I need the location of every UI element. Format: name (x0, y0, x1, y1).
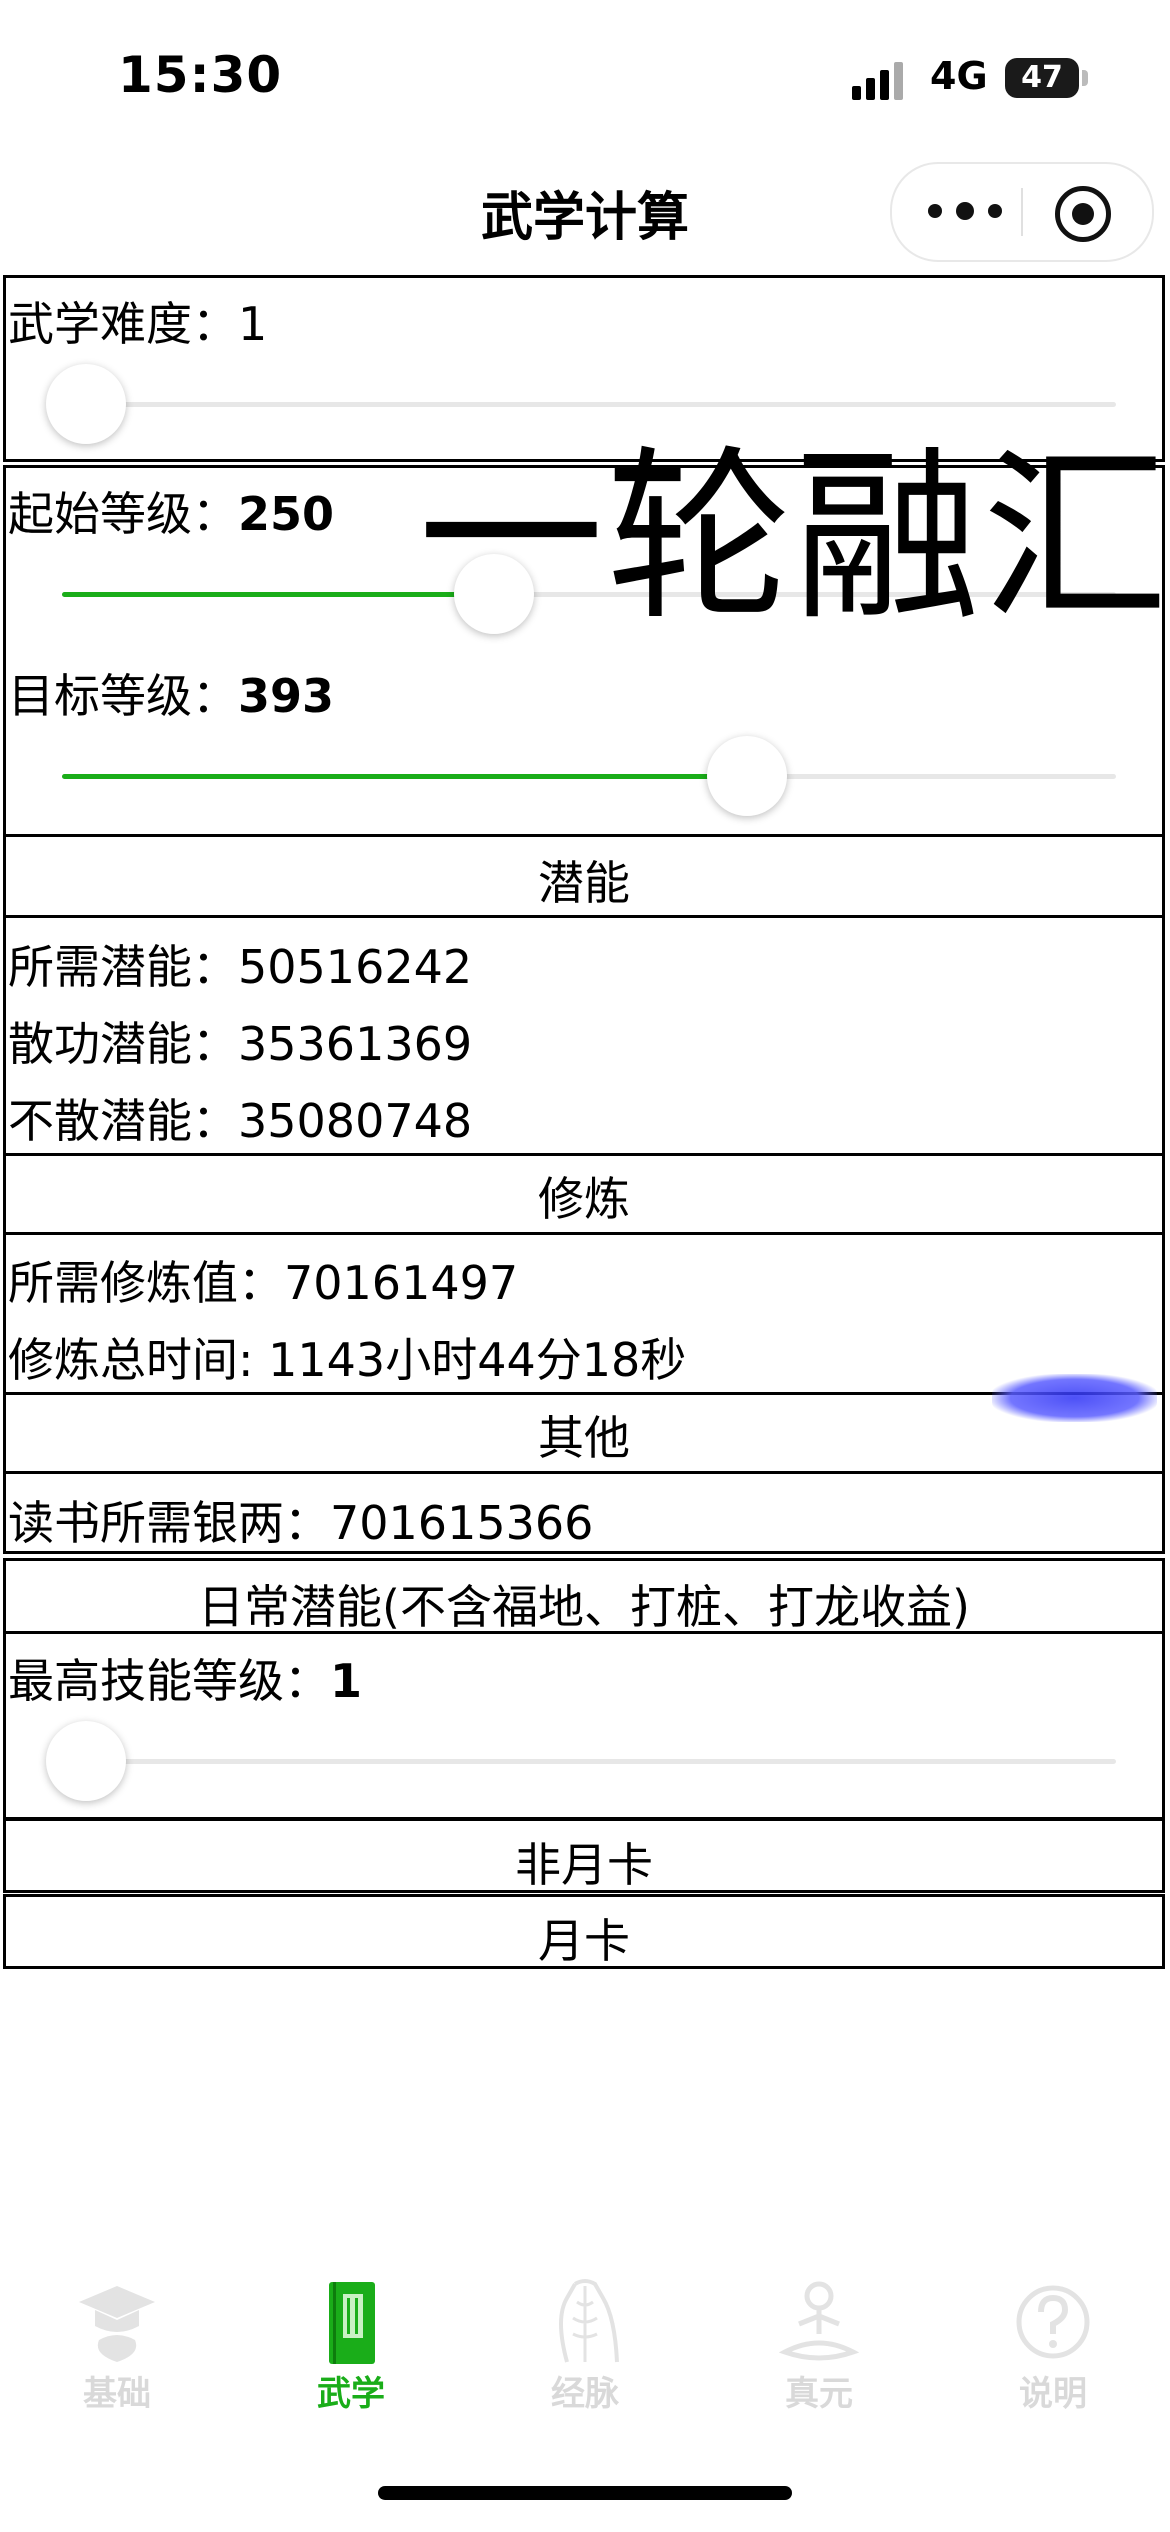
difficulty-value: 1 (238, 297, 268, 351)
book-icon (329, 2282, 375, 2364)
home-indicator (378, 2486, 792, 2500)
needed-training-value: 70161497 (284, 1256, 519, 1310)
tab-help[interactable]: 说明 (936, 2250, 1170, 2430)
target-level-value: 393 (238, 669, 335, 723)
slider-thumb[interactable] (46, 364, 126, 444)
slider-track (62, 1759, 1116, 1764)
max-skill-level-value: 1 (330, 1654, 363, 1708)
redaction-scribble (992, 1374, 1157, 1422)
training-header: 修炼 (538, 1172, 630, 1226)
tab-martial-arts[interactable]: 武学 (234, 2250, 468, 2430)
start-level-value: 250 (238, 487, 335, 541)
difficulty-label: 武学难度： (8, 297, 238, 351)
monthly-card-label: 月卡 (538, 1914, 630, 1968)
results-section: 潜能 所需潜能：50516242 散功潜能：35361369 不散潜能：3508… (3, 834, 1165, 1554)
more-menu-icon[interactable] (928, 164, 1018, 260)
dispersed-potential-value: 35361369 (238, 1017, 473, 1071)
undispersed-potential-value: 35080748 (238, 1094, 473, 1148)
meditation-icon (778, 2281, 860, 2361)
slider-thumb[interactable] (46, 1721, 126, 1801)
start-level-label: 起始等级： (8, 487, 238, 541)
battery-level: 47 (1021, 60, 1063, 95)
scholar-cap-icon (79, 2286, 155, 2362)
needed-training-label: 所需修炼值： (8, 1256, 284, 1310)
nav-bar: 武学计算 (0, 150, 1170, 270)
daily-potential-section: 日常潜能(不含福地、打桩、打龙收益) 最高技能等级：1 (3, 1558, 1165, 1820)
undispersed-potential-label: 不散潜能： (8, 1094, 238, 1148)
needed-potential-value: 50516242 (238, 940, 473, 994)
capsule-divider (1021, 188, 1023, 236)
target-level-label: 目标等级： (8, 669, 238, 723)
battery-cap (1082, 70, 1088, 86)
tab-label: 真元 (785, 2374, 853, 2414)
meridian-body-icon (559, 2279, 619, 2363)
training-time-row: 修炼总时间: 1143小时44分18秒 (8, 1324, 686, 1390)
max-skill-level-label: 最高技能等级： (8, 1654, 330, 1708)
start-level-row: 起始等级：250 (8, 478, 334, 544)
tab-meridians[interactable]: 经脉 (468, 2250, 702, 2430)
tab-label: 经脉 (551, 2374, 619, 2414)
tab-label: 武学 (317, 2374, 385, 2414)
target-level-row: 目标等级：393 (8, 660, 334, 726)
training-time-value: 1143小时44分18秒 (268, 1333, 687, 1387)
undispersed-potential-row: 不散潜能：35080748 (8, 1085, 472, 1151)
needed-training-row: 所需修炼值：70161497 (8, 1247, 518, 1313)
silver-label: 读书所需银两： (8, 1496, 330, 1550)
tab-bar: 基础 武学 经脉 真元 说明 (0, 2250, 1170, 2430)
dispersed-potential-label: 散功潜能： (8, 1017, 238, 1071)
other-header: 其他 (538, 1411, 630, 1465)
tab-basics[interactable]: 基础 (0, 2250, 234, 2430)
potential-header: 潜能 (538, 856, 630, 910)
max-skill-level-row: 最高技能等级：1 (8, 1645, 362, 1711)
non-monthly-card-label: 非月卡 (515, 1838, 653, 1892)
needed-potential-label: 所需潜能： (8, 940, 238, 994)
daily-potential-header: 日常潜能(不含福地、打桩、打龙收益) (198, 1580, 970, 1634)
training-time-label: 修炼总时间: (8, 1333, 269, 1387)
status-bar: 15:30 4G 47 (0, 0, 1170, 150)
tab-label: 基础 (83, 2374, 151, 2414)
difficulty-row: 武学难度：1 (8, 288, 267, 354)
divider (6, 1392, 1162, 1395)
slider-fill (62, 774, 748, 779)
status-time: 15:30 (118, 46, 283, 104)
overlay-caption: 一轮融汇 (418, 429, 1170, 646)
divider (6, 1631, 1162, 1634)
silver-row: 读书所需银两：701615366 (8, 1487, 593, 1553)
divider (6, 915, 1162, 918)
battery-icon: 47 (1005, 58, 1079, 98)
signal-icon (852, 60, 912, 100)
divider (6, 1232, 1162, 1235)
divider (6, 1153, 1162, 1156)
monthly-card-row[interactable]: 月卡 (3, 1894, 1165, 1969)
tab-label: 说明 (1019, 2374, 1087, 2414)
needed-potential-row: 所需潜能：50516242 (8, 931, 472, 997)
close-miniprogram-icon[interactable] (1055, 186, 1111, 242)
divider (6, 1471, 1162, 1474)
silver-value: 701615366 (330, 1496, 594, 1550)
target-level-slider[interactable] (62, 736, 1116, 816)
max-skill-level-slider[interactable] (46, 1721, 1116, 1801)
tab-true-essence[interactable]: 真元 (702, 2250, 936, 2430)
network-type: 4G (930, 54, 988, 98)
mini-program-capsule (890, 162, 1154, 262)
non-monthly-card-row[interactable]: 非月卡 (3, 1818, 1165, 1893)
slider-thumb[interactable] (707, 736, 788, 816)
dispersed-potential-row: 散功潜能：35361369 (8, 1008, 472, 1074)
help-icon (1016, 2285, 1090, 2359)
